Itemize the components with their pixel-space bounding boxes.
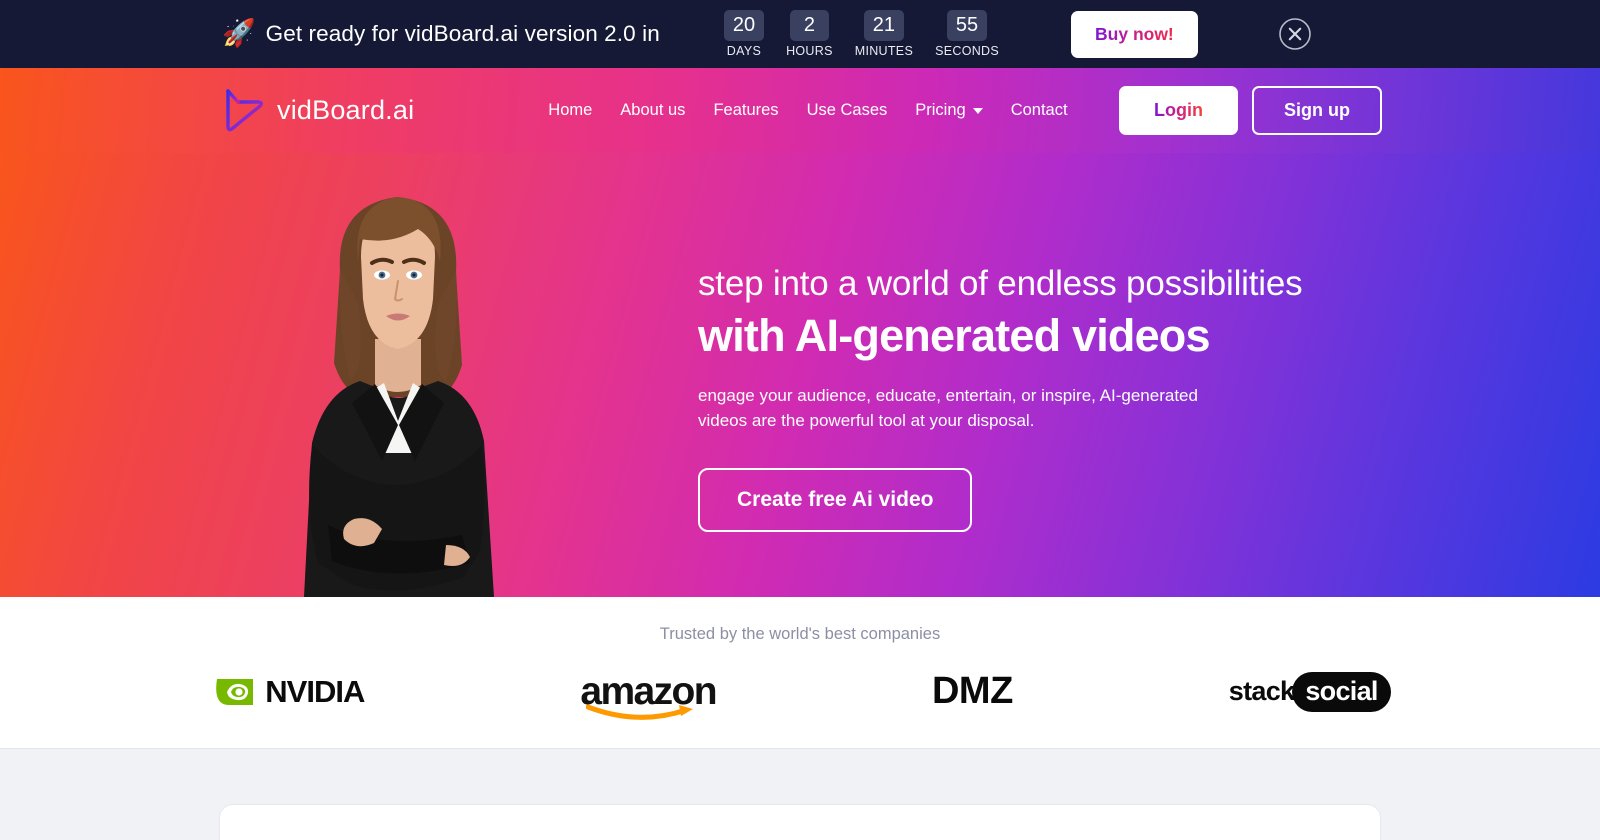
announcement-message-group: 🚀 Get ready for vidBoard.ai version 2.0 … [222, 17, 660, 48]
hero-copy: step into a world of endless possibiliti… [698, 263, 1338, 532]
nav-link-pricing[interactable]: Pricing [915, 101, 983, 120]
nav-link-use-cases[interactable]: Use Cases [807, 101, 888, 120]
close-announcement-button[interactable] [1278, 17, 1312, 51]
rocket-icon: 🚀 [222, 17, 256, 48]
nav-link-features[interactable]: Features [713, 101, 778, 120]
nav-item-contact[interactable]: Contact [1011, 101, 1068, 120]
buy-now-label: Buy now! [1095, 23, 1174, 44]
nav-item-about-us[interactable]: About us [620, 101, 685, 120]
nav-item-home[interactable]: Home [548, 101, 592, 120]
below-fold-section [0, 749, 1600, 840]
signup-button[interactable]: Sign up [1252, 86, 1382, 135]
chevron-down-icon [972, 107, 983, 114]
countdown-hours-value: 2 [789, 10, 829, 41]
login-button[interactable]: Login [1119, 86, 1238, 135]
trusted-by-section: Trusted by the world's best companies NV… [0, 597, 1600, 749]
nvidia-wordmark: NVIDIA [265, 673, 365, 709]
countdown-days-label: DAYS [726, 44, 762, 58]
nav-link-about-us[interactable]: About us [620, 101, 685, 120]
vidboard-play-icon [226, 88, 263, 131]
main-navbar: vidBoard.ai Home About us Features Use C… [0, 68, 1600, 153]
nvidia-logo: NVIDIA [209, 673, 365, 710]
trusted-by-title: Trusted by the world's best companies [659, 625, 941, 643]
countdown-unit-seconds: 55 SECONDS [935, 10, 999, 58]
countdown-unit-minutes: 21 MINUTES [855, 10, 913, 58]
dmz-wordmark: DMZ [931, 670, 1013, 712]
countdown-hours-label: HOURS [786, 44, 833, 58]
countdown-unit-hours: 2 HOURS [786, 10, 833, 58]
nvidia-eye-icon [216, 678, 254, 705]
stacksocial-logo: stack social [1228, 671, 1391, 712]
brand-name: vidBoard.ai [277, 95, 415, 125]
nav-item-pricing[interactable]: Pricing [915, 101, 983, 120]
login-label: Login [1154, 100, 1203, 120]
countdown-days-value: 20 [723, 10, 765, 41]
countdown-minutes-value: 21 [863, 10, 905, 41]
countdown-seconds-value: 55 [946, 10, 988, 41]
countdown-seconds-label: SECONDS [935, 44, 1000, 58]
nav-actions: Login Sign up [1119, 86, 1382, 135]
nav-links: Home About us Features Use Cases Pricing… [548, 101, 1067, 120]
amazon-smile-icon [586, 704, 694, 720]
create-free-ai-video-button[interactable]: Create free Ai video [698, 467, 973, 532]
hero-headline-bold: with AI-generated videos [698, 309, 1211, 361]
buy-now-button[interactable]: Buy now! [1071, 10, 1198, 58]
hero-subtitle: engage your audience, educate, entertain… [698, 385, 1198, 430]
nav-link-contact[interactable]: Contact [1011, 101, 1068, 120]
close-circle-icon [1278, 18, 1311, 50]
announcement-bar: 🚀 Get ready for vidBoard.ai version 2.0 … [0, 0, 1600, 68]
countdown-minutes-label: MINUTES [854, 44, 914, 58]
stacksocial-wordmark-social: social [1292, 671, 1391, 712]
countdown-timer: 20 DAYS 2 HOURS 21 MINUTES 55 SECONDS [723, 10, 999, 58]
nav-item-use-cases[interactable]: Use Cases [807, 101, 888, 120]
content-card [219, 804, 1381, 840]
hero-section: step into a world of endless possibiliti… [0, 153, 1600, 597]
nav-item-features[interactable]: Features [713, 101, 778, 120]
stacksocial-wordmark-stack: stack [1228, 676, 1295, 706]
hero-person-image [304, 197, 494, 597]
brand-logo[interactable]: vidBoard.ai [222, 86, 414, 136]
announcement-text: Get ready for vidBoard.ai version 2.0 in [265, 21, 660, 46]
nav-link-home[interactable]: Home [548, 101, 592, 120]
amazon-logo: amazon [580, 672, 718, 720]
hero-headline-light: step into a world of endless possibiliti… [698, 264, 1303, 303]
partner-logo-row: NVIDIA amazon DMZ stack social [0, 670, 1600, 720]
nav-link-pricing-label: Pricing [915, 101, 966, 119]
dmz-logo: DMZ [932, 670, 1013, 713]
countdown-unit-days: 20 DAYS [723, 10, 765, 58]
